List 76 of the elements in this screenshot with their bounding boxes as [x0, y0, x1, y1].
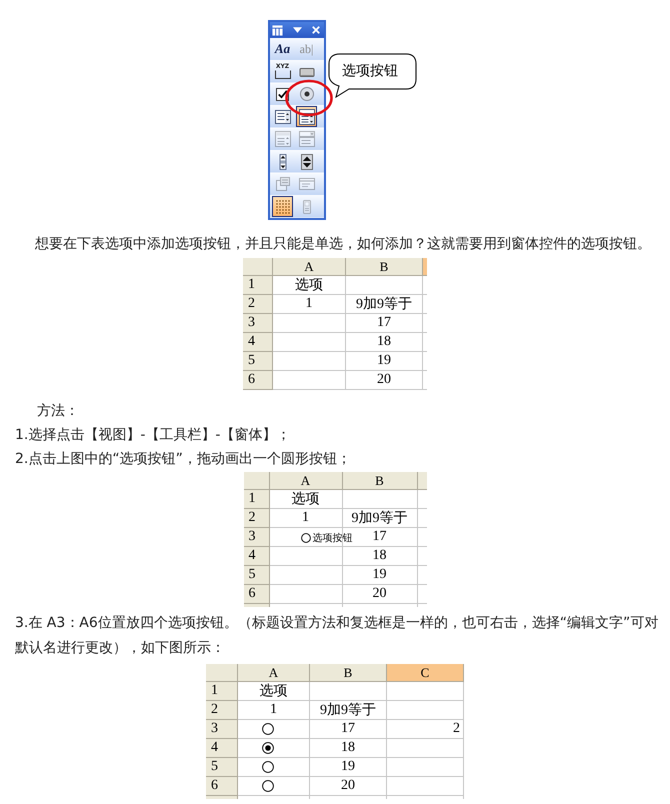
column-header: B	[310, 664, 387, 682]
table-cell: 18	[342, 547, 418, 566]
radio-button-icon[interactable]	[262, 723, 274, 735]
option-button[interactable]: 选项按钮	[300, 531, 352, 544]
row-header: 6	[206, 777, 238, 796]
radio-button-icon[interactable]	[262, 761, 274, 773]
column-header: B	[346, 258, 423, 276]
column-header: A	[270, 472, 342, 490]
list-box-icon	[274, 108, 290, 125]
close-icon[interactable]	[312, 26, 320, 34]
column-header: A	[273, 258, 346, 276]
row-header: 4	[244, 547, 270, 566]
group-frame-icon	[274, 70, 290, 80]
row-header: 5	[206, 758, 238, 777]
table-cell: 9加9等于	[346, 295, 423, 314]
row-header: 2	[243, 295, 273, 314]
table-cell: 1	[270, 509, 342, 528]
toolbar-button[interactable]	[272, 196, 293, 218]
sheet-corner	[206, 664, 238, 682]
row-header: 1	[243, 276, 273, 295]
row-header: 1	[244, 490, 270, 509]
spinner-icon	[298, 154, 314, 170]
form-icon	[272, 24, 283, 36]
intro-paragraph: 想要在下表选项中添加选项按钮，并且只能是单选，如何添加？这就需要用到窗体控件的选项按钮。	[34, 235, 652, 254]
step-text: 1.选择点击【视图】-【工具栏】-【窗体】；	[14, 426, 292, 445]
table-cell: 18	[310, 739, 387, 758]
window-icon	[298, 176, 314, 192]
table-cell: 20	[310, 777, 387, 796]
table-cell: 2	[387, 720, 464, 739]
row-header: 3	[243, 314, 273, 333]
step-text: 3.在 A3：A6位置放四个选项按钮。（标题设置方法和复选框是一样的，也可右击，选择“编辑文字”可对默认名进行更改），如下图所示：	[15, 614, 660, 658]
combo-drop-icon	[298, 131, 314, 148]
radio-button-icon[interactable]	[300, 532, 310, 542]
table-cell: 17	[346, 314, 423, 333]
table-cell: 选项	[238, 682, 310, 701]
stacked-windows-icon	[274, 176, 290, 192]
row-header: 3	[244, 528, 270, 547]
table-cell: 17	[310, 720, 387, 739]
column-header: C	[387, 664, 464, 682]
callout: 选项按钮	[328, 53, 418, 99]
toolbar-button[interactable]: Aa	[272, 38, 293, 60]
table-cell: 9加9等于	[342, 509, 418, 528]
table-cell: 1	[273, 295, 346, 314]
sheet-corner	[243, 258, 273, 276]
combo-list-icon	[274, 131, 290, 148]
table-cell: 19	[342, 566, 418, 585]
table-cell: 19	[346, 352, 423, 371]
section-heading: 方法：	[36, 402, 80, 421]
radio-button-icon[interactable]	[262, 742, 274, 754]
table-cell: 18	[346, 333, 423, 352]
row-header: 2	[244, 509, 270, 528]
row-header: 4	[206, 739, 238, 758]
row-header: 4	[243, 333, 273, 352]
row-header: 5	[244, 566, 270, 585]
table-cell: 1	[238, 701, 310, 720]
step-text: 2.点击上图中的“选项按钮”，拖动画出一个圆形按钮；	[14, 450, 352, 469]
highlight-ring	[284, 79, 334, 117]
table-cell: 9加9等于	[310, 701, 387, 720]
row-header: 1	[206, 682, 238, 701]
table-cell: 20	[342, 585, 418, 604]
table-cell: 选项	[273, 276, 346, 295]
dot-grid-icon	[274, 198, 290, 215]
sheet-corner	[244, 472, 270, 490]
row-header: 6	[243, 371, 273, 390]
row-header: 5	[243, 352, 273, 371]
column-header: B	[342, 472, 418, 490]
table-cell: 选项	[270, 490, 342, 509]
dropdown-arrow-icon[interactable]	[293, 27, 302, 33]
table-cell: 20	[346, 371, 423, 390]
row-header: 6	[244, 585, 270, 604]
column-header: A	[238, 664, 310, 682]
row-header: 2	[206, 701, 238, 720]
radio-button-icon[interactable]	[262, 780, 274, 792]
radio-button-icon	[298, 86, 314, 102]
table-cell: 19	[310, 758, 387, 777]
row-header: 3	[206, 720, 238, 739]
